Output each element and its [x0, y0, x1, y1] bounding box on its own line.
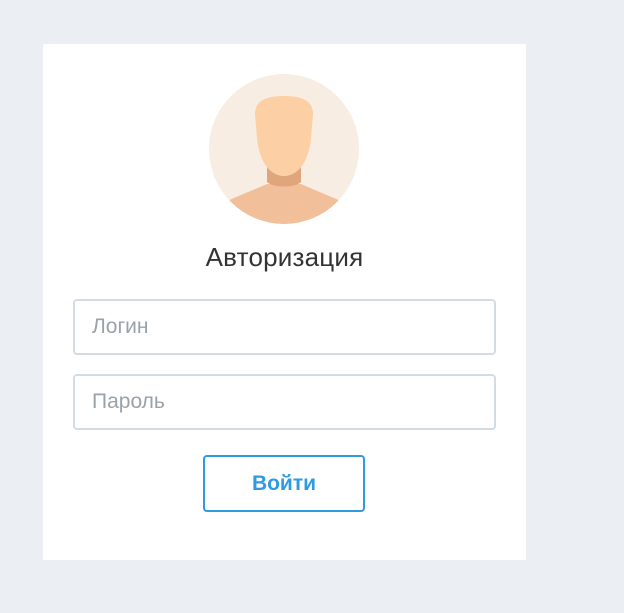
user-avatar-icon	[209, 74, 359, 224]
login-button[interactable]: Войти	[203, 455, 365, 512]
form-title: Авторизация	[205, 242, 364, 272]
password-input[interactable]	[73, 374, 496, 430]
login-card: Авторизация Войти	[43, 44, 526, 560]
login-input[interactable]	[73, 299, 496, 355]
